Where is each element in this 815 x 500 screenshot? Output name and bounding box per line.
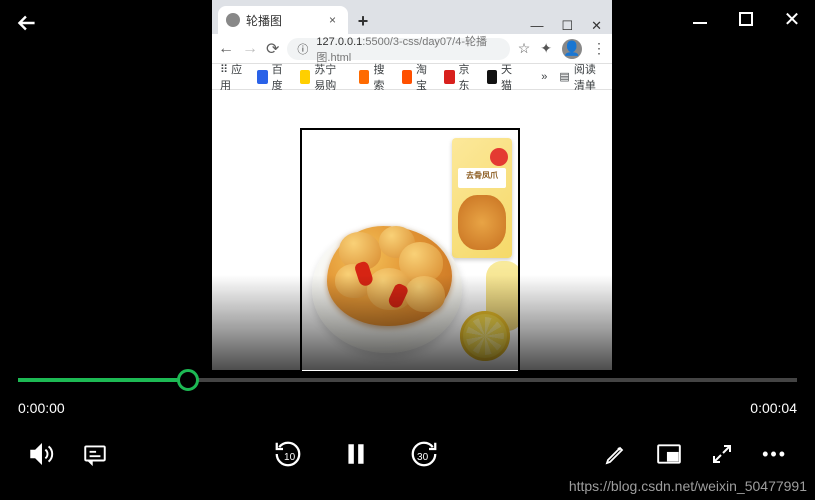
star-icon[interactable]: ☆	[518, 40, 531, 57]
subtitles-icon[interactable]	[82, 441, 108, 467]
info-icon: ⓘ	[297, 41, 308, 57]
player-maximize-icon[interactable]	[737, 10, 755, 28]
close-icon[interactable]: ✕	[591, 18, 602, 34]
bookmark-tmall[interactable]: 天猫	[487, 61, 518, 93]
lemon-slice	[460, 311, 510, 361]
progress-track[interactable]	[18, 378, 797, 382]
reading-list-button[interactable]: ▤ 阅读清单	[559, 61, 604, 93]
watermark: https://blog.csdn.net/weixin_50477991	[569, 478, 807, 494]
new-tab-button[interactable]: +	[352, 10, 374, 32]
player-back-button[interactable]	[14, 10, 40, 36]
apps-icon[interactable]: ⠿ 应用	[220, 61, 245, 93]
player-close-icon[interactable]: ✕	[783, 10, 801, 28]
time-current: 0:00:00	[18, 400, 65, 416]
food-illustration	[327, 226, 452, 326]
video-content: 轮播图 × + — ☐ ✕ ← → ⟳ ⓘ 127.0.0.1:5500/3-c…	[212, 0, 612, 370]
close-icon[interactable]: ×	[325, 13, 340, 27]
page-content: 去骨凤爪	[212, 90, 612, 370]
player-controls: 10 30 •••	[0, 436, 815, 472]
address-bar: ← → ⟳ ⓘ 127.0.0.1:5500/3-css/day07/4-轮播图…	[212, 34, 612, 64]
bookmark-jd[interactable]: 京东	[444, 61, 475, 93]
bookmark-taobao[interactable]: 淘宝	[402, 61, 433, 93]
more-icon[interactable]: •••	[762, 444, 787, 465]
forward-button[interactable]: 30	[409, 439, 439, 469]
progress-thumb[interactable]	[177, 369, 199, 391]
bookmark-baidu[interactable]: 百度	[257, 61, 288, 93]
menu-icon[interactable]: ⋮	[592, 40, 606, 57]
browser-titlebar: 轮播图 × + — ☐ ✕	[212, 0, 612, 34]
volume-icon[interactable]	[28, 441, 54, 467]
player-minimize-icon[interactable]	[691, 10, 709, 28]
mini-player-icon[interactable]	[656, 443, 682, 465]
pause-button[interactable]	[343, 439, 369, 469]
edit-icon[interactable]	[604, 442, 628, 466]
profile-avatar[interactable]: 👤	[562, 39, 582, 59]
bookmark-sougou[interactable]: 搜索	[359, 61, 390, 93]
tab-favicon	[226, 13, 240, 27]
bookmark-suning[interactable]: 苏宁易购	[300, 61, 347, 93]
maximize-icon[interactable]: ☐	[561, 18, 573, 34]
time-total: 0:00:04	[750, 400, 797, 416]
forward-icon[interactable]: →	[242, 40, 258, 58]
window-controls: — ☐ ✕	[530, 14, 612, 34]
tab-title: 轮播图	[246, 12, 319, 29]
minimize-icon[interactable]: —	[530, 18, 543, 34]
bookmarks-bar: ⠿ 应用 百度 苏宁易购 搜索 淘宝 京东 天猫 » ▤ 阅读清单	[212, 64, 612, 90]
product-packet: 去骨凤爪	[452, 138, 512, 258]
bookmark-overflow[interactable]: »	[541, 71, 547, 83]
carousel-image[interactable]: 去骨凤爪	[300, 128, 520, 373]
url-host: 127.0.0.1	[316, 36, 362, 48]
browser-tab[interactable]: 轮播图 ×	[218, 6, 348, 34]
fullscreen-icon[interactable]	[710, 442, 734, 466]
url-input[interactable]: ⓘ 127.0.0.1:5500/3-css/day07/4-轮播图.html	[287, 38, 509, 60]
back-icon[interactable]: ←	[218, 40, 234, 58]
reload-icon[interactable]: ⟳	[266, 39, 279, 59]
progress-fill	[18, 378, 188, 382]
rewind-button[interactable]: 10	[273, 439, 303, 469]
extensions-icon[interactable]: ✦	[540, 40, 552, 57]
